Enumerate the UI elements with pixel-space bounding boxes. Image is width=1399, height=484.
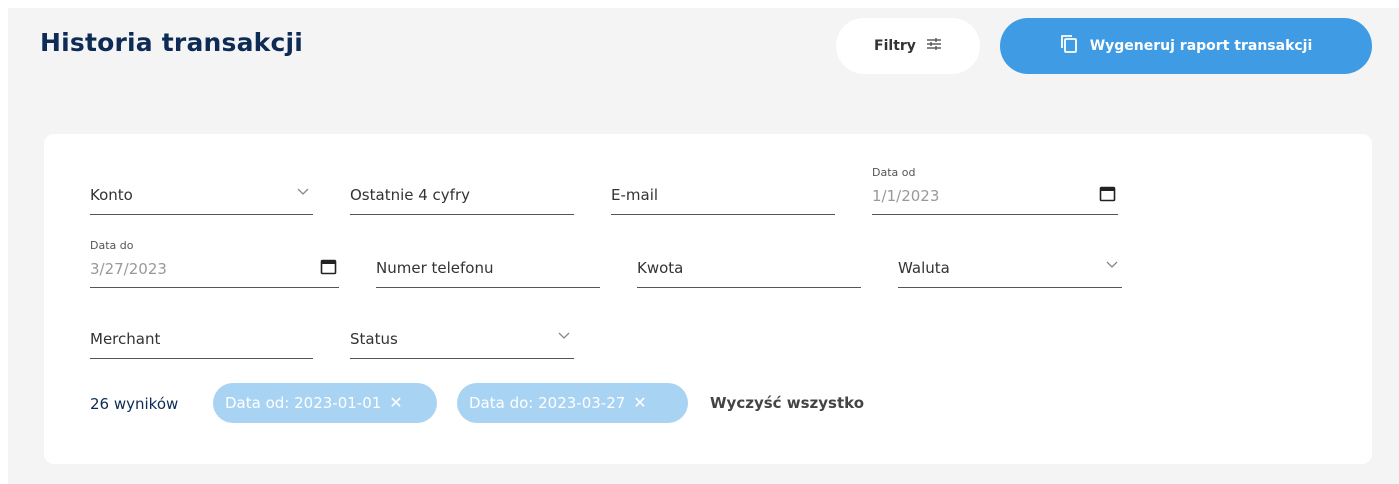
amount-field-label: Kwota <box>637 259 684 277</box>
sliders-icon <box>926 37 942 55</box>
chip-label: Data od: 2023-01-01 <box>225 394 382 412</box>
page-title: Historia transakcji <box>40 28 304 57</box>
currency-select-label: Waluta <box>898 259 950 277</box>
chevron-down-icon <box>297 181 309 200</box>
phone-number-label: Numer telefonu <box>376 259 494 277</box>
date-from-value: 1/1/2023 <box>872 187 940 205</box>
generate-report-label: Wygeneruj raport transakcji <box>1089 38 1313 54</box>
filters-panel: Konto Ostatnie 4 cyfry E-mail Data od 1/… <box>44 134 1372 464</box>
filters-button[interactable]: Filtry <box>836 18 980 74</box>
chip-label: Data do: 2023-03-27 <box>469 394 626 412</box>
calendar-icon[interactable] <box>320 258 337 279</box>
clear-all-button[interactable]: Wyczyść wszystko <box>710 394 864 412</box>
account-select-label: Konto <box>90 186 133 204</box>
date-to-value: 3/27/2023 <box>90 260 167 278</box>
phone-number-field[interactable]: Numer telefonu <box>376 239 600 288</box>
close-icon[interactable]: ✕ <box>389 395 402 411</box>
currency-select[interactable]: Waluta <box>898 239 1122 288</box>
active-filter-chip[interactable]: Data od: 2023-01-01 ✕ <box>213 383 437 423</box>
last-4-digits-label: Ostatnie 4 cyfry <box>350 186 471 204</box>
active-filter-chip[interactable]: Data do: 2023-03-27 ✕ <box>457 383 688 423</box>
calendar-icon[interactable] <box>1099 185 1116 206</box>
results-count: 26 wyników <box>90 395 179 413</box>
filters-button-label: Filtry <box>874 38 916 54</box>
email-field[interactable]: E-mail <box>611 166 835 215</box>
email-field-label: E-mail <box>611 186 659 204</box>
copy-document-icon <box>1060 34 1078 58</box>
amount-field[interactable]: Kwota <box>637 239 861 288</box>
date-to-label: Data do <box>90 239 134 252</box>
status-select-label: Status <box>350 330 398 348</box>
date-from-field[interactable]: Data od 1/1/2023 <box>872 166 1118 215</box>
chevron-down-icon <box>558 325 570 344</box>
status-select[interactable]: Status <box>350 310 574 359</box>
account-select[interactable]: Konto <box>90 166 313 215</box>
merchant-field-label: Merchant <box>90 330 161 348</box>
last-4-digits-field[interactable]: Ostatnie 4 cyfry <box>350 166 574 215</box>
chevron-down-icon <box>1106 254 1118 273</box>
date-from-label: Data od <box>872 166 916 179</box>
merchant-field[interactable]: Merchant <box>90 310 313 359</box>
date-to-field[interactable]: Data do 3/27/2023 <box>90 239 339 288</box>
generate-report-button[interactable]: Wygeneruj raport transakcji <box>1000 18 1372 74</box>
close-icon[interactable]: ✕ <box>633 395 646 411</box>
